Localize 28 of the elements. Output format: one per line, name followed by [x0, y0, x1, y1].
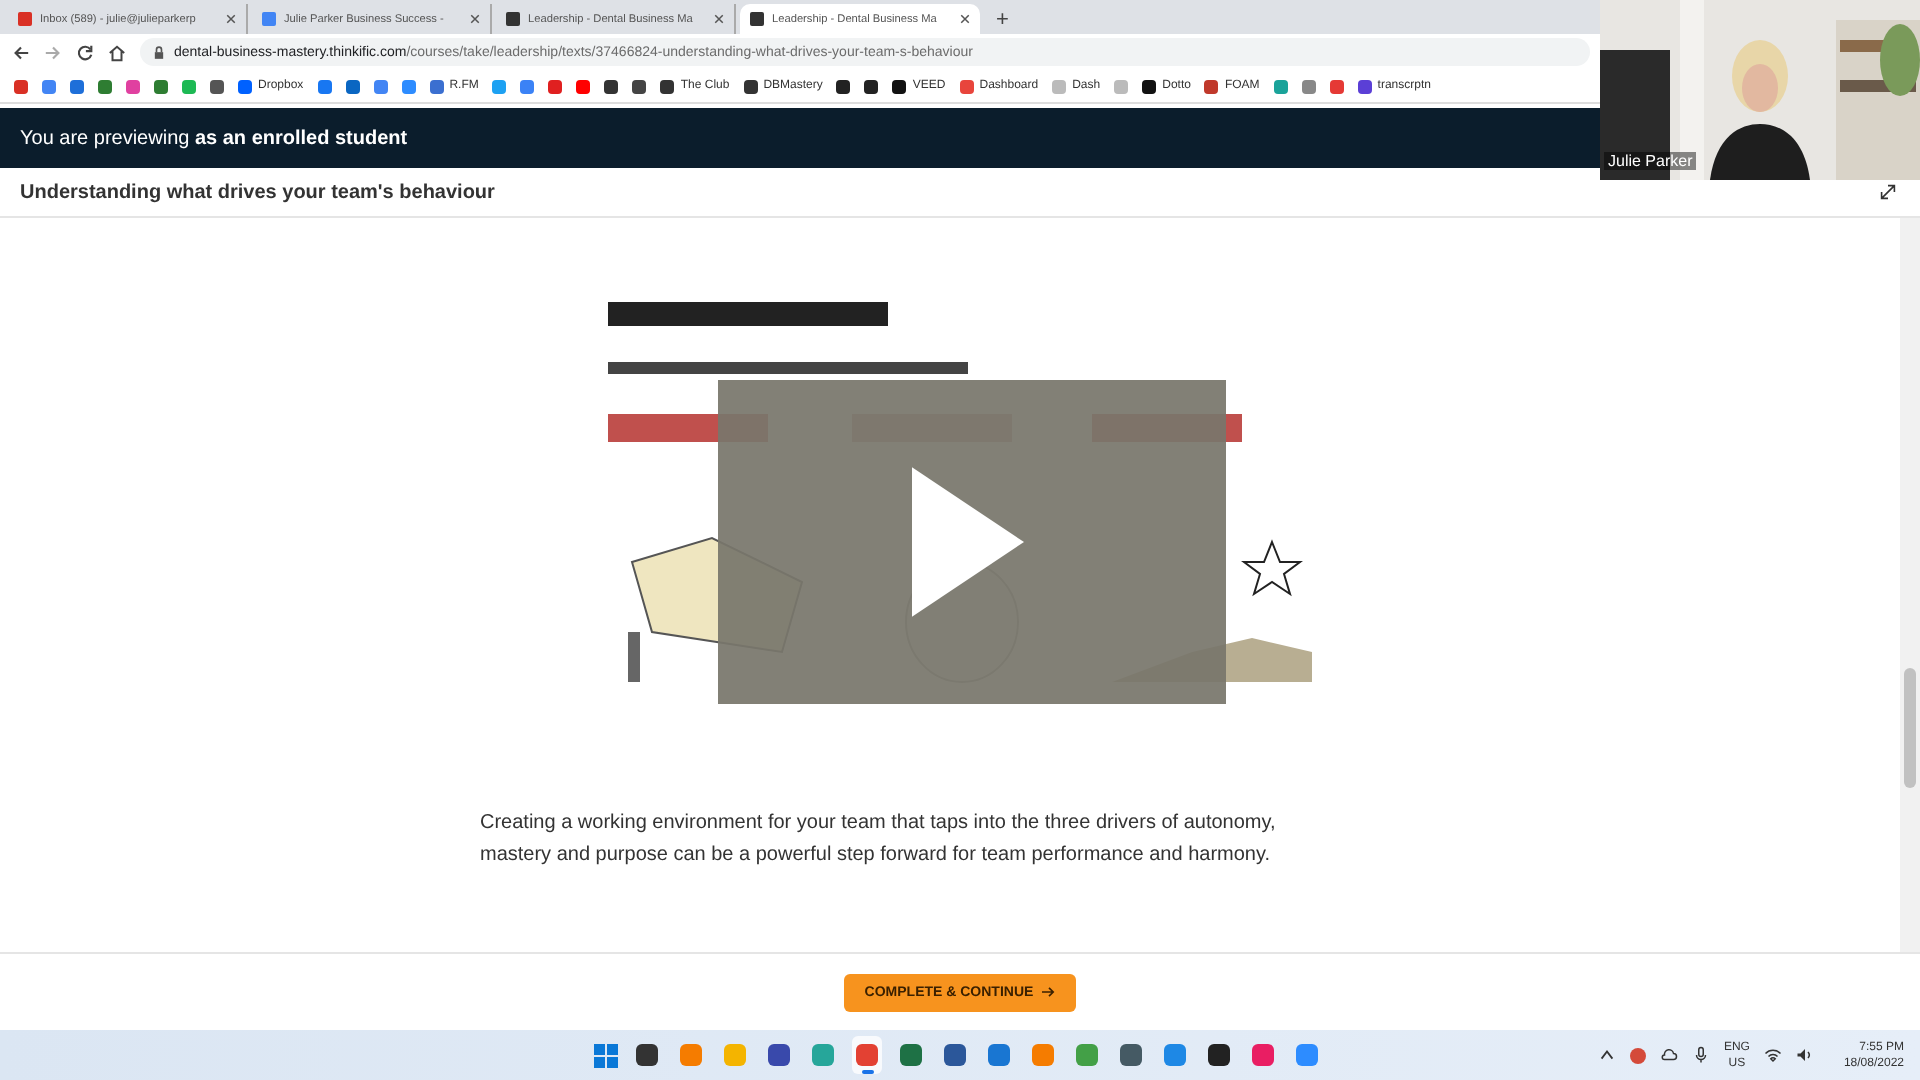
reload-icon[interactable] — [76, 43, 94, 61]
close-icon[interactable] — [470, 14, 480, 24]
back-icon[interactable] — [12, 43, 30, 61]
expand-icon[interactable] — [1880, 184, 1896, 200]
scrollbar[interactable] — [1900, 218, 1920, 952]
arrow-icon — [1041, 986, 1056, 998]
cloud-icon[interactable] — [1659, 1046, 1678, 1064]
lock-icon — [154, 45, 164, 59]
speaker-icon[interactable] — [1795, 1046, 1814, 1064]
bookmark-favicon-icon[interactable] — [632, 79, 647, 93]
bookmark-favicon-icon[interactable] — [836, 79, 851, 93]
bookmark-favicon-icon[interactable] — [210, 79, 224, 93]
close-icon[interactable] — [960, 14, 970, 24]
bookmark-favicon-icon[interactable] — [864, 79, 879, 93]
microphone-icon[interactable] — [1691, 1046, 1710, 1064]
close-icon[interactable] — [714, 14, 724, 24]
lesson-title: Understanding what drives your team's behaviour — [20, 181, 495, 203]
bookmark-favicon-icon[interactable] — [604, 79, 619, 93]
participant-name: Julie Parker — [1604, 152, 1697, 170]
preview-notice: You are previewing as an enrolled student — [20, 127, 408, 149]
new-tab-button[interactable]: + — [984, 6, 1021, 34]
close-icon[interactable] — [226, 14, 236, 24]
windows-start-icon[interactable] — [594, 1043, 618, 1067]
home-icon[interactable] — [108, 43, 126, 61]
chevron-up-icon[interactable] — [1597, 1046, 1616, 1064]
play-icon — [912, 464, 1024, 620]
lesson-paragraph: Creating a working environment for your team that taps into the three drivers of autonomy, mastery and purpose can be a powerful step forward for team performance and harmony. — [480, 810, 1278, 870]
wifi-icon[interactable] — [1763, 1046, 1782, 1064]
